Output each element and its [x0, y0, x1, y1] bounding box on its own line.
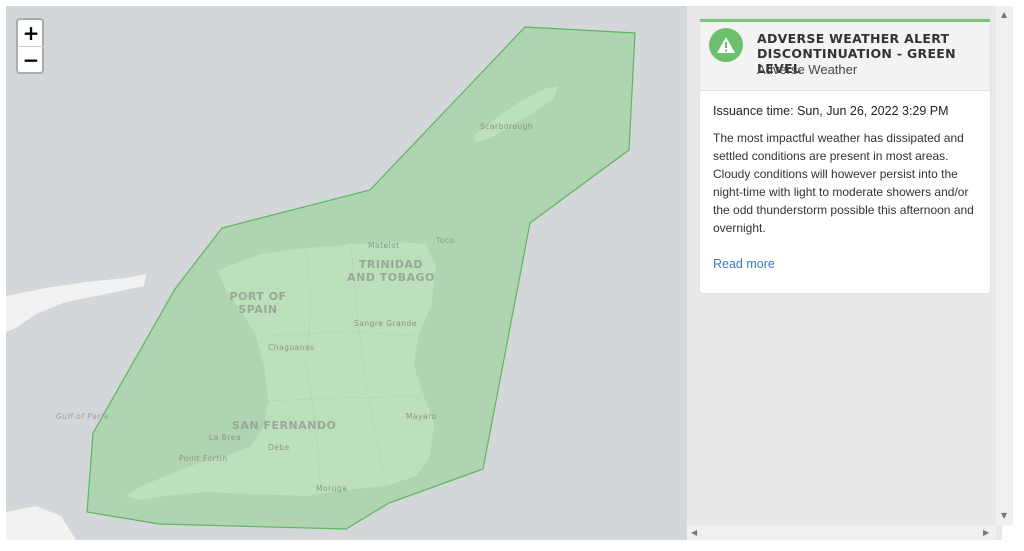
map-label-matelot: Matelot: [368, 241, 400, 250]
map-view[interactable]: TRINIDAD AND TOBAGO PORT OF SPAIN SAN FE…: [6, 6, 687, 540]
map-label-chaguanas: Chaguanas: [268, 343, 315, 352]
map-label-sangre-grande: Sangre Grande: [354, 319, 417, 328]
scroll-right-arrow-icon[interactable]: ▶: [983, 528, 989, 538]
zoom-control: + −: [16, 18, 44, 74]
scroll-left-arrow-icon[interactable]: ◀: [691, 528, 697, 538]
vertical-scrollbar[interactable]: ▲ ▼: [996, 6, 1013, 525]
map-label-mayaro: Mayaro: [406, 412, 437, 421]
map-label-debe: Debe: [268, 443, 290, 452]
venezuela-coast: [6, 506, 76, 540]
map-label-scarborough: Scarborough: [480, 122, 534, 131]
read-more-link[interactable]: Read more: [713, 257, 775, 271]
map-label-country: TRINIDAD AND TOBAGO: [347, 258, 435, 284]
alert-category: Adverse Weather: [757, 62, 858, 77]
alert-card-header: ADVERSE WEATHER ALERT DISCONTINUATION - …: [700, 22, 990, 91]
map-label-toco: Toco: [436, 236, 455, 245]
map-label-la-brea: La Brea: [209, 433, 241, 442]
alert-panel: ADVERSE WEATHER ALERT DISCONTINUATION - …: [687, 6, 1002, 540]
scroll-up-arrow-icon[interactable]: ▲: [1001, 10, 1007, 20]
alert-level-badge: [709, 28, 743, 62]
zoom-in-button[interactable]: +: [18, 20, 44, 46]
alert-card-body: Issuance time: Sun, Jun 26, 2022 3:29 PM…: [700, 91, 990, 273]
map-label-san-fernando: SAN FERNANDO: [232, 419, 337, 432]
venezuela-peninsula: [6, 274, 146, 332]
issuance-time: Issuance time: Sun, Jun 26, 2022 3:29 PM: [713, 104, 949, 118]
app-frame: TRINIDAD AND TOBAGO PORT OF SPAIN SAN FE…: [6, 6, 1002, 540]
warning-triangle-icon: [717, 37, 735, 53]
scroll-down-arrow-icon[interactable]: ▼: [1001, 511, 1007, 521]
map-label-point-fortin: Point Fortin: [179, 454, 228, 463]
map-label-moruga: Moruga: [316, 484, 348, 493]
alert-card: ADVERSE WEATHER ALERT DISCONTINUATION - …: [700, 19, 990, 293]
horizontal-scrollbar[interactable]: ◀ ▶: [687, 525, 996, 540]
map-label-port-of-spain: PORT OF SPAIN: [229, 290, 287, 316]
map-label-gulf-of-paria: Gulf of Paria: [56, 412, 109, 421]
alert-description: The most impactful weather has dissipate…: [713, 131, 974, 235]
zoom-out-button[interactable]: −: [18, 46, 44, 72]
